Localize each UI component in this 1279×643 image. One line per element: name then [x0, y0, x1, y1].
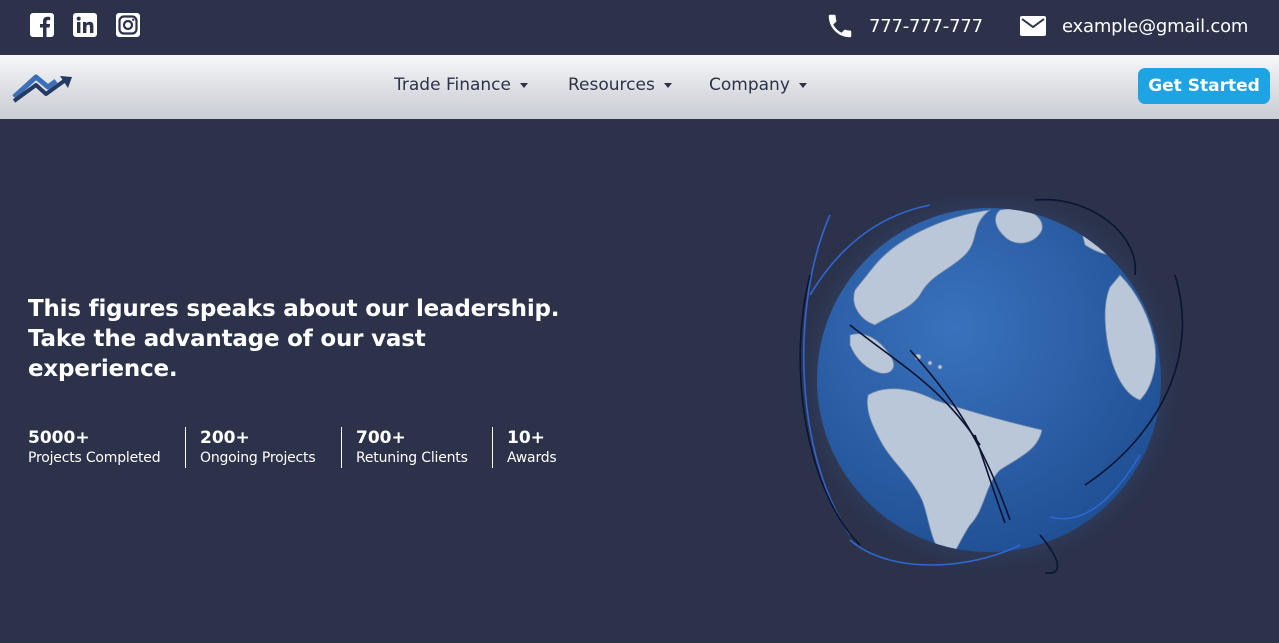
nav-company[interactable]: Company: [709, 75, 807, 95]
nav-trade-finance[interactable]: Trade Finance: [394, 75, 528, 95]
globe-illustration: [780, 182, 1200, 585]
nav-trade-finance-label: Trade Finance: [394, 75, 511, 95]
stat-divider: [492, 427, 493, 468]
stat-label: Awards: [507, 450, 557, 466]
headline-line: This figures speaks about our leadership…: [28, 296, 560, 322]
stat-returning-clients: 700+ Retuning Clients: [356, 427, 468, 468]
hero-headline: This figures speaks about our leadership…: [28, 294, 588, 384]
nav-resources-label: Resources: [568, 75, 655, 95]
get-started-button[interactable]: Get Started: [1138, 68, 1270, 104]
stat-ongoing-projects: 200+ Ongoing Projects: [200, 427, 316, 468]
facebook-icon[interactable]: [29, 12, 55, 38]
instagram-icon[interactable]: [115, 12, 141, 38]
top-contact-bar: 777-777-777 example@gmail.com: [0, 0, 1279, 55]
headline-line: experience.: [28, 356, 178, 382]
stat-divider: [185, 427, 186, 468]
main-navbar: Trade Finance Resources Company Get Star…: [0, 55, 1279, 119]
email-contact[interactable]: example@gmail.com: [1020, 10, 1248, 42]
nav-resources[interactable]: Resources: [568, 75, 672, 95]
stat-value: 5000+: [28, 428, 90, 448]
stat-label: Ongoing Projects: [200, 450, 316, 466]
stat-value: 700+: [356, 428, 406, 448]
linkedin-icon[interactable]: [72, 12, 98, 38]
stat-label: Projects Completed: [28, 450, 161, 466]
stat-awards: 10+ Awards: [507, 427, 557, 468]
email-address[interactable]: example@gmail.com: [1062, 16, 1248, 37]
caret-down-icon: [519, 82, 528, 88]
stat-label: Retuning Clients: [356, 450, 468, 466]
stat-value: 200+: [200, 428, 250, 448]
brand-logo[interactable]: [12, 67, 74, 107]
stat-projects-completed: 5000+ Projects Completed: [28, 427, 161, 468]
caret-down-icon: [798, 82, 807, 88]
phone-icon: [828, 14, 852, 38]
phone-contact[interactable]: 777-777-777: [825, 10, 983, 42]
stat-divider: [341, 427, 342, 468]
phone-number[interactable]: 777-777-777: [869, 16, 983, 37]
caret-down-icon: [663, 82, 672, 88]
stat-value: 10+: [507, 428, 545, 448]
headline-line: Take the advantage of our vast: [28, 326, 426, 352]
mail-icon: [1020, 16, 1046, 36]
nav-company-label: Company: [709, 75, 790, 95]
